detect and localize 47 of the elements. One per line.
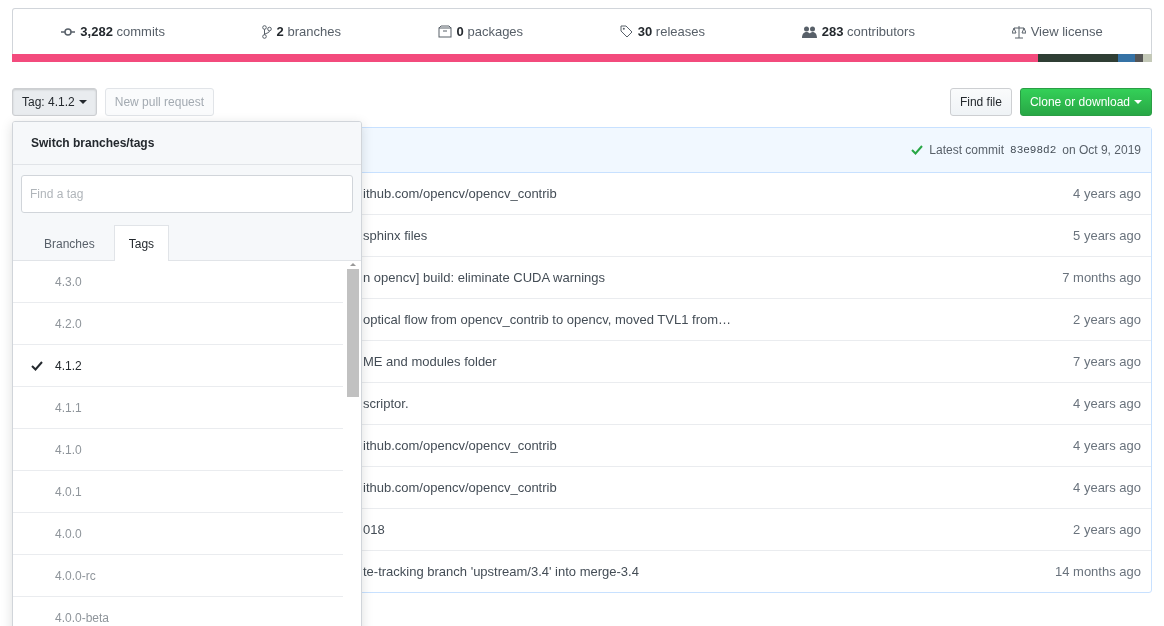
stat-link[interactable]: 2 branches bbox=[276, 24, 341, 39]
people-icon bbox=[801, 25, 817, 38]
caret-icon bbox=[1134, 100, 1142, 104]
commit-message-link[interactable]: te-tracking branch 'upstream/3.4' into merge-3.4 bbox=[363, 564, 1055, 579]
stat-link[interactable]: 283 contributors bbox=[821, 24, 915, 39]
latest-commit-text: Latest commit bbox=[929, 143, 1005, 157]
tag-select-button[interactable]: Tag: 4.1.2 bbox=[12, 88, 97, 116]
commit-age-text: 2 years ago bbox=[1073, 522, 1141, 537]
commit-age-text: 14 months ago bbox=[1055, 564, 1141, 579]
dropdown-tab[interactable]: Branches bbox=[29, 225, 110, 261]
commit-message-link[interactable]: scriptor. bbox=[363, 396, 1074, 411]
tag-icon bbox=[619, 25, 633, 38]
stat-link[interactable]: 0 packages bbox=[456, 24, 524, 39]
commit-sha-link[interactable]: 83e98d2 bbox=[1010, 144, 1057, 156]
stat-link[interactable]: 3,282 commits bbox=[80, 24, 165, 39]
check-icon bbox=[911, 145, 924, 155]
scrollbar-thumb[interactable] bbox=[347, 269, 359, 397]
find-file-button[interactable]: Find file bbox=[949, 88, 1012, 116]
commit-age-text: 5 years ago bbox=[1073, 228, 1141, 243]
commit-message-link[interactable]: sphinx files bbox=[363, 228, 1074, 243]
branch-icon bbox=[261, 24, 272, 39]
commit-age-text: 4 years ago bbox=[1073, 438, 1141, 453]
commit-icon bbox=[61, 26, 76, 37]
dropdown-title: Switch branches/tags bbox=[13, 122, 361, 165]
stat-link[interactable]: View license bbox=[1030, 24, 1103, 39]
stat-link[interactable]: 30 releases bbox=[637, 24, 705, 39]
scroll-up-icon[interactable] bbox=[350, 263, 356, 266]
commit-message-link[interactable]: 018 bbox=[363, 522, 1074, 537]
commit-message-link[interactable]: ME and modules folder bbox=[363, 354, 1074, 369]
commit-age-text: 7 years ago bbox=[1073, 354, 1141, 369]
caret-icon bbox=[78, 100, 87, 104]
commit-age-text: 4 years ago bbox=[1073, 396, 1141, 411]
commit-date-text: on Oct 9, 2019 bbox=[1062, 143, 1141, 157]
tag-filter-field[interactable]: Find a tag bbox=[21, 175, 353, 213]
tag-menu-item[interactable]: 4.1.2 bbox=[55, 358, 82, 373]
commit-message-link[interactable]: n opencv] build: eliminate CUDA warnings bbox=[363, 270, 1063, 285]
scale-icon bbox=[1011, 24, 1026, 39]
commit-message-link[interactable]: ithub.com/opencv/opencv_contrib bbox=[363, 186, 1074, 201]
commit-age-text: 2 years ago bbox=[1073, 312, 1141, 327]
commit-age-text: 4 years ago bbox=[1073, 480, 1141, 495]
commit-message-link[interactable]: ithub.com/opencv/opencv_contrib bbox=[363, 480, 1074, 495]
commit-age-text: 4 years ago bbox=[1073, 186, 1141, 201]
commit-age-text: 7 months ago bbox=[1062, 270, 1141, 285]
dropdown-tab[interactable]: Tags bbox=[113, 225, 170, 261]
commit-message-link[interactable]: optical flow from opencv_contrib to opencv, moved TVL1 from… bbox=[363, 312, 1074, 327]
commit-message-link[interactable]: ithub.com/opencv/opencv_contrib bbox=[363, 438, 1074, 453]
package-icon bbox=[437, 25, 452, 38]
